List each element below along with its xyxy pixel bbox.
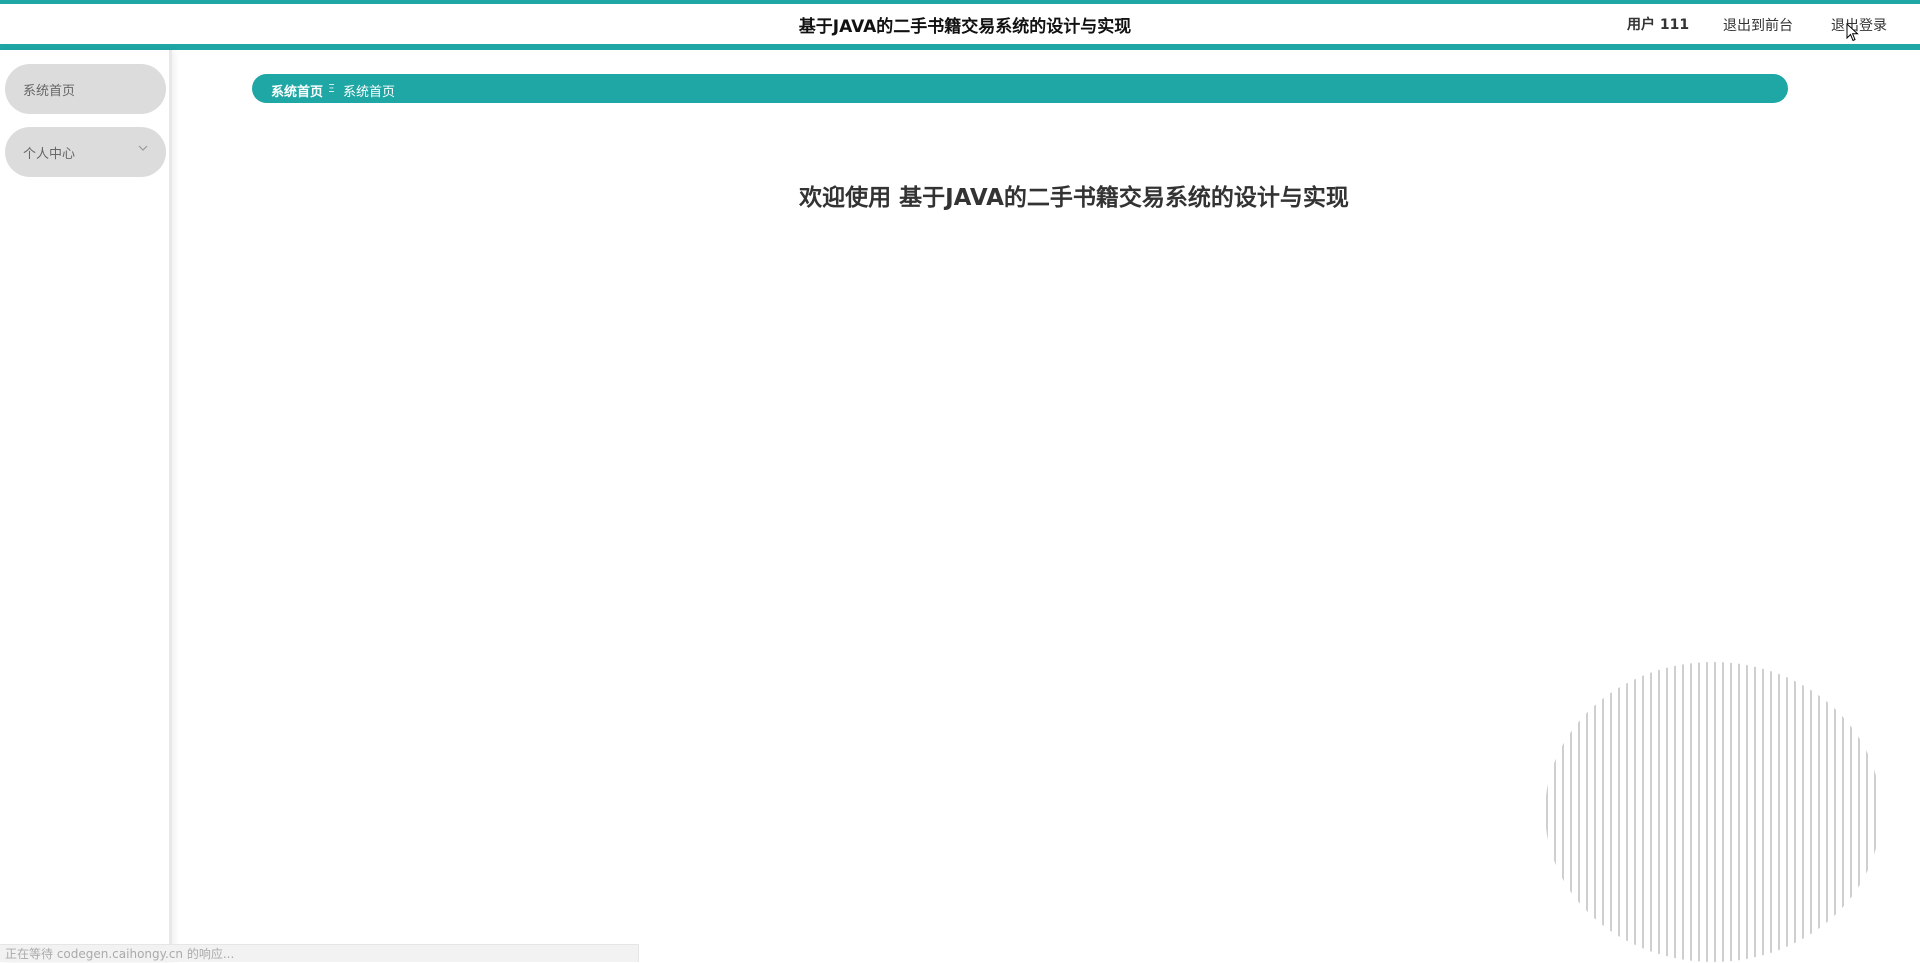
user-label: 用户 111 [1627, 17, 1690, 33]
breadcrumb-separator: Ξ [328, 82, 335, 95]
sidebar-item-personal-center[interactable]: 个人中心 [5, 127, 166, 177]
breadcrumb-item-home[interactable]: 系统首页 [271, 81, 323, 100]
decorative-striped-circle [1546, 662, 1876, 962]
chevron-down-icon [138, 145, 148, 151]
sidebar-item-label: 个人中心 [23, 147, 76, 162]
sidebar-item-label: 系统首页 [23, 84, 76, 99]
sidebar-item-home[interactable]: 系统首页 [5, 64, 166, 114]
browser-status-bar: 正在等待 codegen.caihongy.cn 的响应... [0, 944, 639, 962]
back-to-frontend-link[interactable]: 退出到前台 [1723, 15, 1793, 35]
mouse-cursor-icon [1846, 22, 1860, 47]
breadcrumb-item-current: 系统首页 [343, 85, 396, 100]
header-bar: 基于JAVA的二手书籍交易系统的设计与实现 用户 111 退出到前台 退出登录 [0, 4, 1920, 44]
breadcrumb: 系统首页 Ξ 系统首页 [252, 74, 1788, 103]
welcome-heading: 欢迎使用 基于JAVA的二手书籍交易系统的设计与实现 [799, 185, 1349, 211]
header-bottom-accent [0, 44, 1920, 50]
